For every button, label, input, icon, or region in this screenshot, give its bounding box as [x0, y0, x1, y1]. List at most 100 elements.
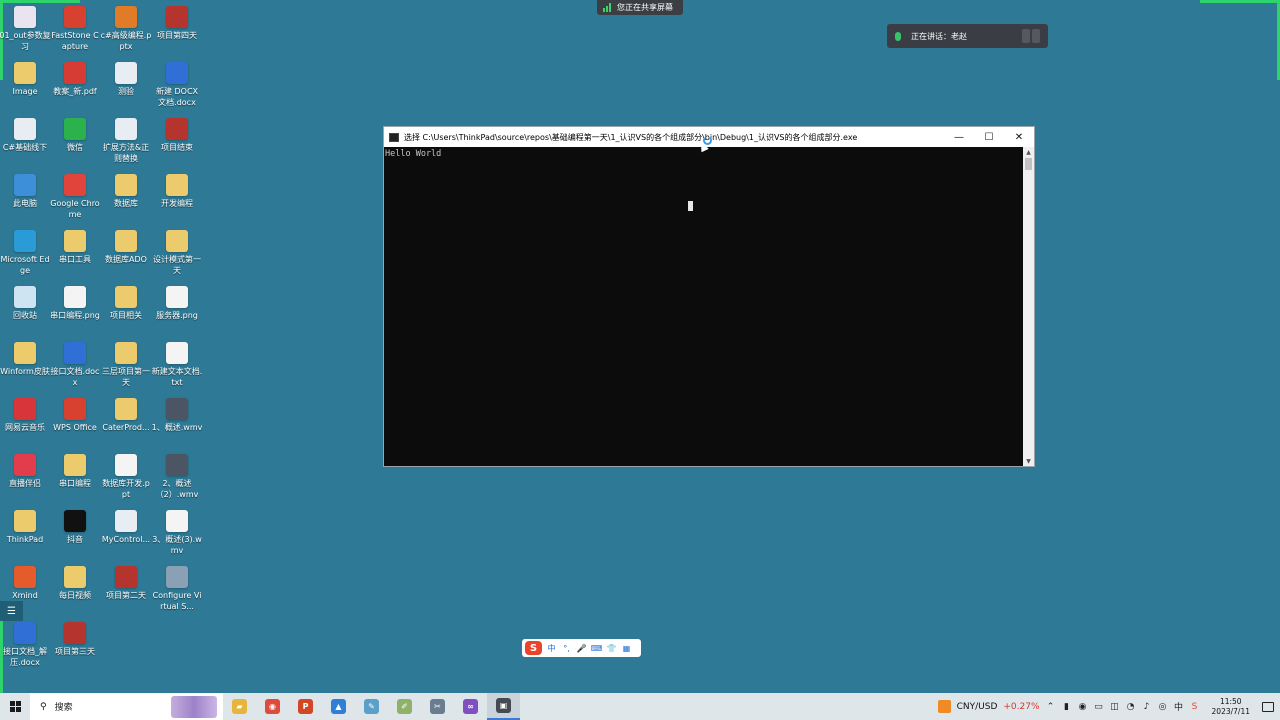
ime-punctuation-icon[interactable]: °,: [561, 643, 572, 654]
ime-keyboard-icon[interactable]: ⌨: [591, 643, 603, 654]
desktop-icon[interactable]: 串口编程.png: [50, 286, 100, 321]
scroll-up-icon[interactable]: ▲: [1023, 147, 1034, 157]
desktop-icon[interactable]: 项目第三天: [50, 622, 100, 657]
taskbar-app-paint[interactable]: ✐: [388, 693, 421, 720]
currency-widget-icon[interactable]: [937, 700, 951, 713]
desktop-icon-label: 串口编程: [59, 479, 91, 488]
tray-app-icon[interactable]: ▮: [1062, 702, 1072, 712]
tray-capture-icon[interactable]: ◫: [1110, 702, 1120, 712]
taskbar-app-photos[interactable]: ▲: [322, 693, 355, 720]
console-scrollbar[interactable]: ▲ ▼: [1023, 147, 1034, 466]
desktop-icon[interactable]: 开发编程: [152, 174, 202, 209]
start-button[interactable]: [0, 693, 30, 720]
taskbar-app-visual-studio[interactable]: ∞: [454, 693, 487, 720]
ime-toolbox-icon[interactable]: ▦: [621, 643, 632, 654]
desktop-icon[interactable]: Google Chrome: [50, 174, 100, 220]
desktop-icon[interactable]: 2、概述（2）.wmv: [152, 454, 202, 500]
desktop-icon[interactable]: 新建 DOCX 文档.docx: [152, 62, 202, 108]
desktop-icon-label: 项目第二天: [106, 591, 146, 600]
taskbar-app-snipping[interactable]: ✂: [421, 693, 454, 720]
desktop-icon-label: 项目第三天: [55, 647, 95, 656]
currency-pair[interactable]: CNY/USD: [957, 702, 998, 712]
console-output[interactable]: Hello World: [384, 147, 1023, 466]
desktop-icon[interactable]: Xmind: [0, 566, 50, 601]
netease-music-icon: [14, 398, 36, 420]
desktop-icon[interactable]: ThinkPad: [0, 510, 50, 545]
screen-share-bar[interactable]: 您正在共享屏幕: [597, 0, 683, 15]
desktop-icon[interactable]: 回收站: [0, 286, 50, 321]
desktop-icon[interactable]: 串口工具: [50, 230, 100, 265]
taskbar-app-file-explorer[interactable]: ▰: [223, 693, 256, 720]
ime-skin-icon[interactable]: 👕: [606, 643, 617, 654]
desktop-icon[interactable]: 服务器.png: [152, 286, 202, 321]
desktop-icon[interactable]: 设计模式第一天: [152, 230, 202, 276]
scroll-down-icon[interactable]: ▼: [1023, 456, 1034, 466]
close-button[interactable]: ✕: [1004, 127, 1034, 147]
desktop-icon[interactable]: 1、概述.wmv: [152, 398, 202, 433]
desktop-icon[interactable]: 数据库ADO: [101, 230, 151, 265]
paint-icon: ✐: [397, 699, 412, 714]
desktop-icon[interactable]: 3、概述(3).wmv: [152, 510, 202, 556]
desktop-icon[interactable]: 数据库: [101, 174, 151, 209]
desktop-icon[interactable]: WPS Office: [50, 398, 100, 433]
desktop-icon[interactable]: CaterProd...: [101, 398, 151, 433]
desktop-icon[interactable]: Image: [0, 62, 50, 97]
desktop-icon[interactable]: 三层项目第一天: [101, 342, 151, 388]
desktop-icon[interactable]: 微信: [50, 118, 100, 153]
desktop-icon[interactable]: 网易云音乐: [0, 398, 50, 433]
taskbar-clock[interactable]: 11:50 2023/7/11: [1212, 697, 1250, 717]
desktop-icon-label: ThinkPad: [6, 535, 44, 544]
desktop-icon[interactable]: 抖音: [50, 510, 100, 545]
sogou-tray-icon[interactable]: S: [1190, 702, 1200, 712]
desktop-icon[interactable]: Winform皮肤: [0, 342, 50, 377]
side-list-button[interactable]: ☰: [0, 601, 23, 621]
desktop-icon[interactable]: 项目第四天: [152, 6, 202, 41]
desktop-icon[interactable]: 项目第二天: [101, 566, 151, 601]
tray-meeting-icon[interactable]: ◉: [1078, 702, 1088, 712]
sogou-logo-icon[interactable]: S: [525, 641, 542, 655]
desktop-icon[interactable]: Microsoft Edge: [0, 230, 50, 276]
desktop-icon[interactable]: 教案_新.pdf: [50, 62, 100, 97]
desktop-icon[interactable]: 每日视频: [50, 566, 100, 601]
maximize-button[interactable]: ☐: [974, 127, 1004, 147]
taskbar-search[interactable]: ⚲ 搜索: [30, 693, 223, 720]
chevron-up-icon[interactable]: ⌃: [1046, 702, 1056, 712]
desktop-icon[interactable]: 串口编程: [50, 454, 100, 489]
desktop-icon[interactable]: 新建文本文档.txt: [152, 342, 202, 388]
desktop-icon[interactable]: FastStone Capture: [50, 6, 100, 52]
desktop-icon[interactable]: 项目相关: [101, 286, 151, 321]
scroll-thumb[interactable]: [1025, 158, 1032, 170]
ime-voice-icon[interactable]: 🎤: [576, 643, 587, 654]
desktop-icon[interactable]: MyControl...: [101, 510, 151, 545]
taskbar-app-console[interactable]: ▣: [487, 693, 520, 720]
minimize-button[interactable]: —: [944, 127, 974, 147]
desktop-icon[interactable]: 接口文档.docx: [50, 342, 100, 388]
image-file-icon: [166, 286, 188, 308]
desktop-icon[interactable]: Configure Virtual S...: [152, 566, 202, 612]
desktop-icon[interactable]: 项目结束: [152, 118, 202, 153]
ime-mode-toggle[interactable]: 中: [546, 643, 557, 654]
desktop-icon[interactable]: 测验: [101, 62, 151, 97]
desktop-icon[interactable]: 此电脑: [0, 174, 50, 209]
desktop-icon[interactable]: 数据库开发.ppt: [101, 454, 151, 500]
volume-icon[interactable]: ♪: [1142, 702, 1152, 712]
network-icon[interactable]: ◎: [1158, 702, 1168, 712]
desktop-icon[interactable]: C#基础线下: [0, 118, 50, 153]
desktop-icon[interactable]: 接口文档_解压.docx: [0, 622, 50, 668]
document-icon: [115, 62, 137, 84]
ime-toolbar[interactable]: S 中 °, 🎤 ⌨ 👕 ▦: [522, 639, 641, 657]
text-cursor: [688, 201, 693, 211]
taskbar-app-chrome[interactable]: ◉: [256, 693, 289, 720]
taskbar-app-powerpoint[interactable]: P: [289, 693, 322, 720]
tray-network-app-icon[interactable]: ▭: [1094, 702, 1104, 712]
desktop-icon[interactable]: 01_out参数复习: [0, 6, 51, 52]
desktop-icon[interactable]: 直播伴侣: [0, 454, 50, 489]
tray-wechat-icon[interactable]: ◔: [1126, 702, 1136, 712]
console-window[interactable]: 选择 C:\Users\ThinkPad\source\repos\基础编程第一…: [383, 126, 1035, 467]
desktop-icon[interactable]: 扩展方法&正则替换: [101, 118, 151, 164]
taskbar-app-notepad[interactable]: ✎: [355, 693, 388, 720]
desktop-icon[interactable]: c#高级编程.pptx: [101, 6, 151, 52]
notification-icon[interactable]: [1262, 701, 1274, 712]
ime-tray-icon[interactable]: 中: [1174, 702, 1184, 713]
currency-change[interactable]: +0.27%: [1003, 702, 1039, 712]
